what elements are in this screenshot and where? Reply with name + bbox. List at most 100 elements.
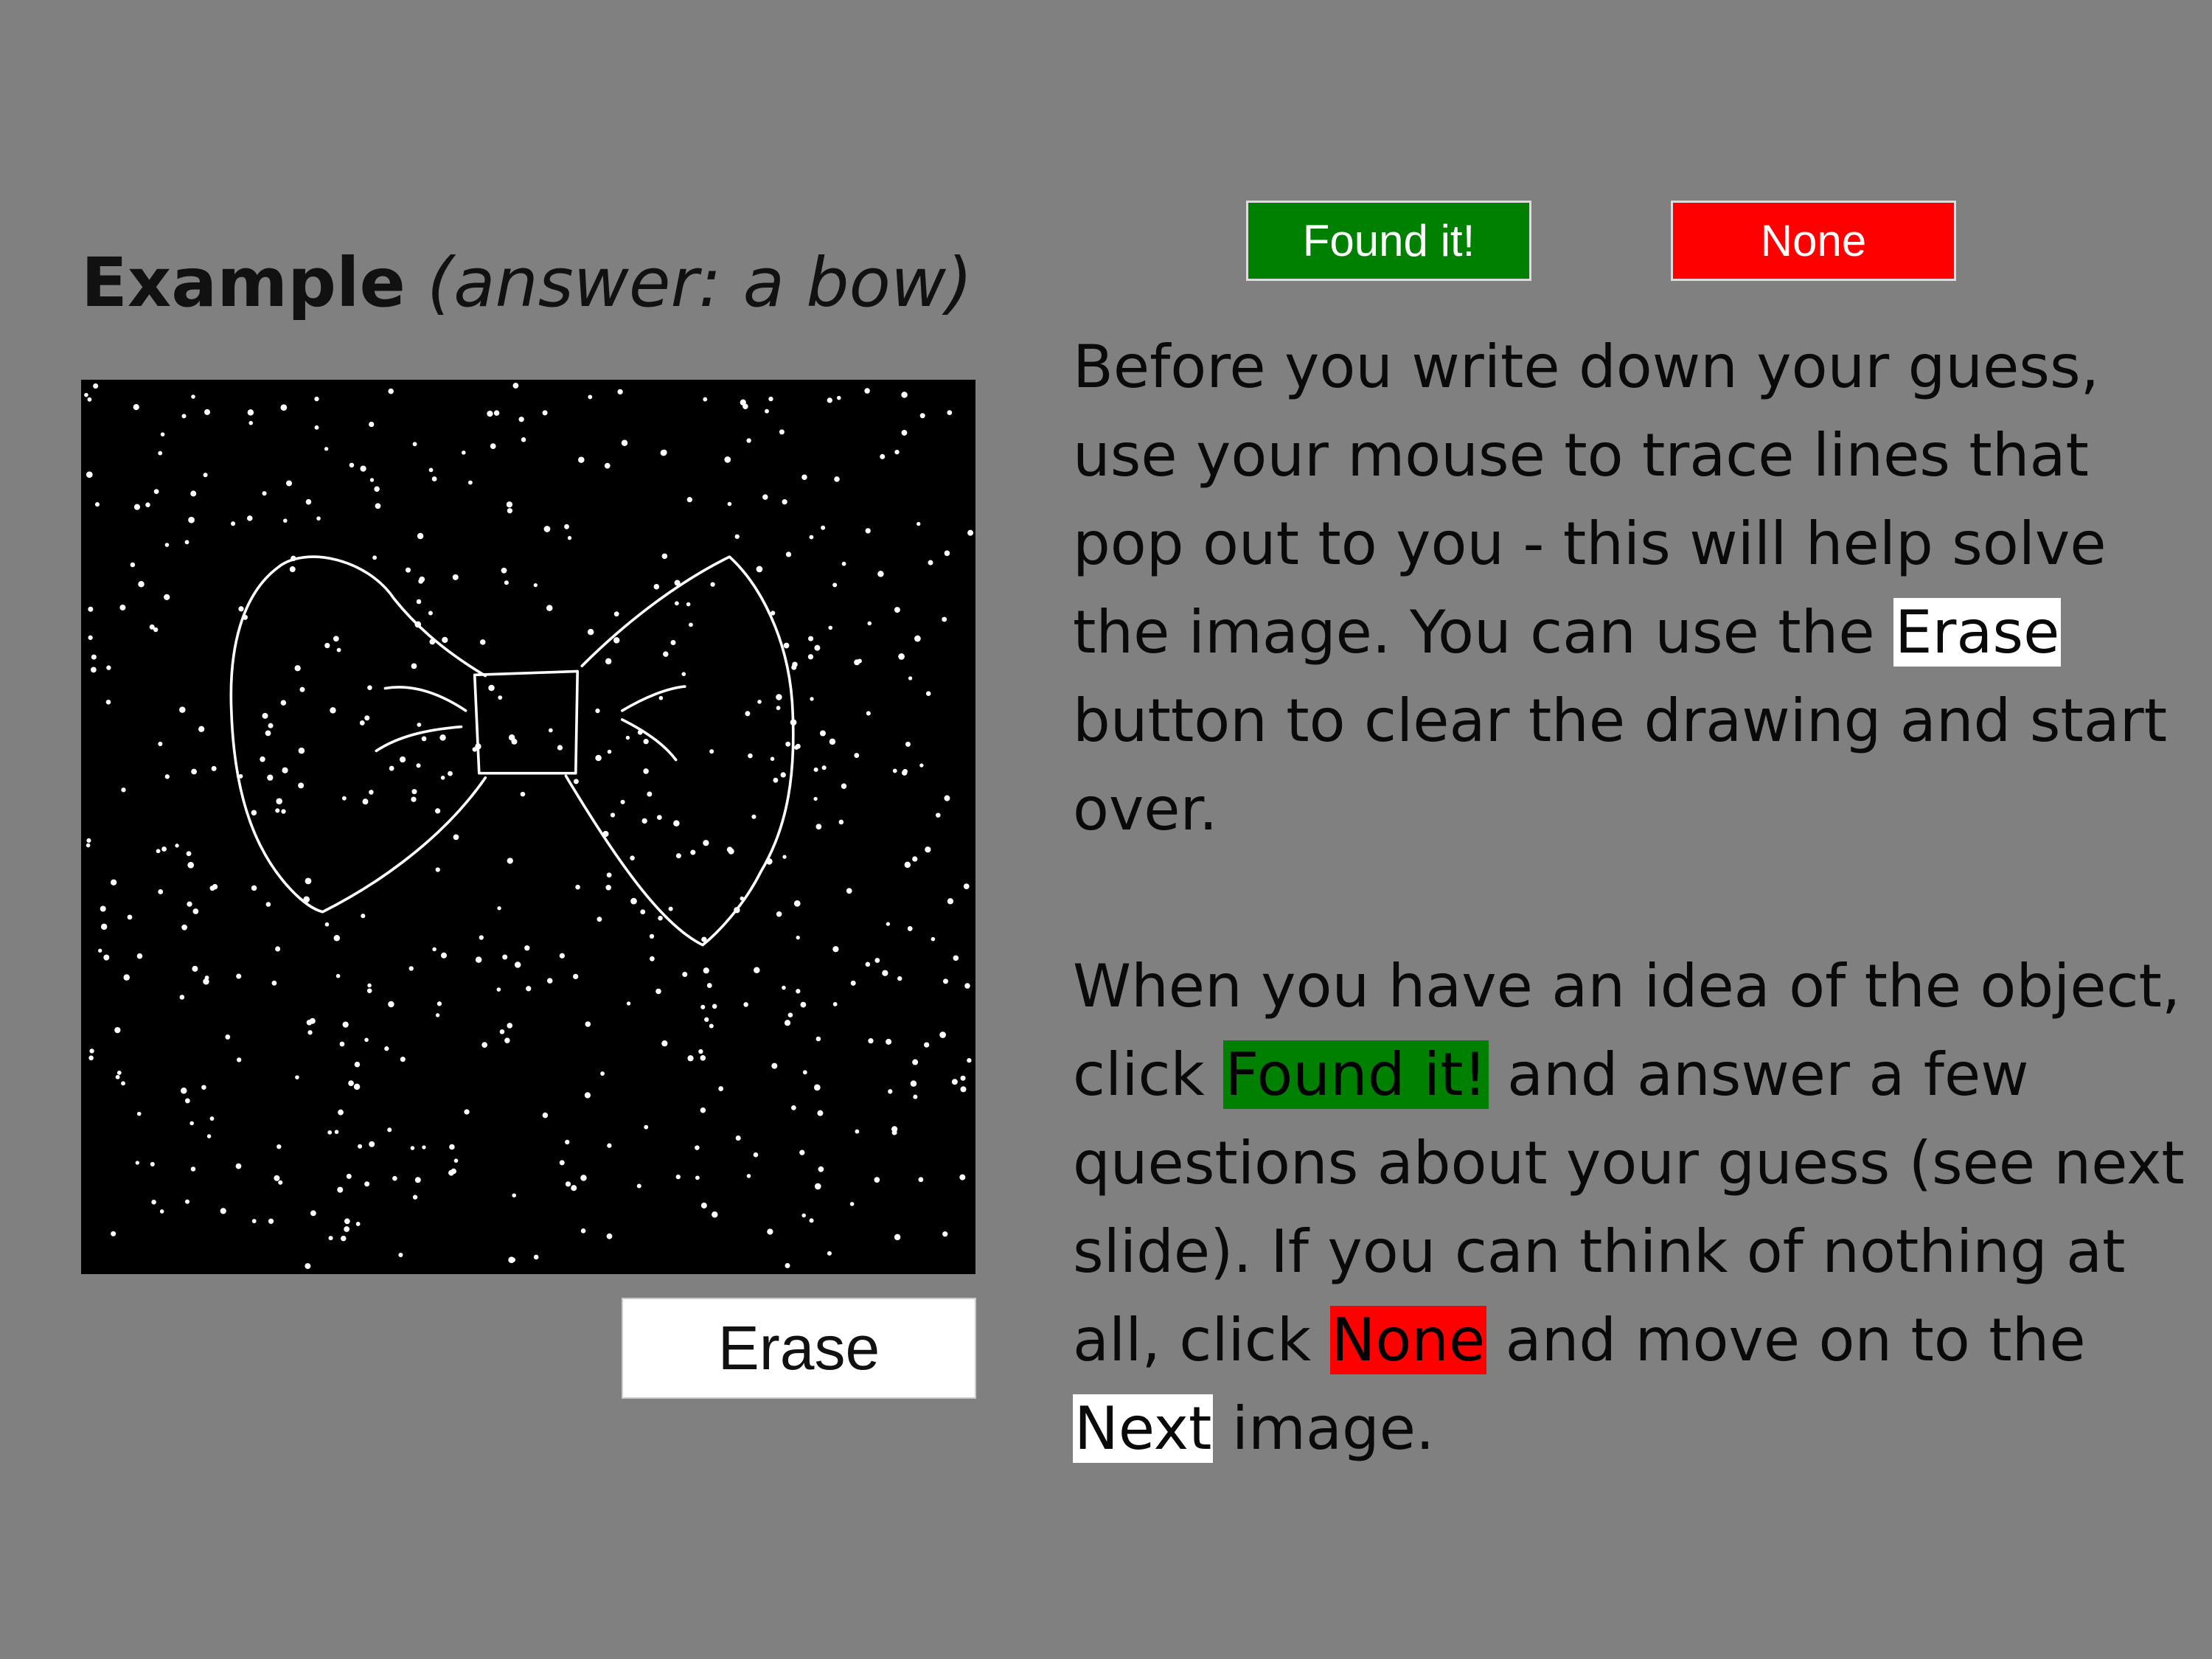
stimulus-dot <box>836 395 841 400</box>
stimulus-dot <box>521 437 526 442</box>
stimulus-dot <box>703 967 709 974</box>
stimulus-dot <box>164 543 170 547</box>
stimulus-dot <box>712 1211 718 1218</box>
stimulus-dot <box>718 1086 724 1091</box>
stimulus-dot <box>276 798 282 804</box>
stimulus-dot <box>520 791 526 797</box>
stimulus-dot <box>247 515 253 521</box>
stimulus-dot <box>838 819 844 825</box>
stimulus-dot <box>453 834 459 841</box>
stimulus-dot <box>448 771 453 776</box>
stimulus-dot <box>411 796 417 802</box>
stimulus-dot <box>501 567 507 574</box>
stimulus-dot <box>815 824 822 830</box>
stimulus-dot <box>894 1234 901 1241</box>
stimulus-dot <box>866 711 871 716</box>
stimulus-dot <box>346 1173 352 1179</box>
stimulus-dot <box>621 439 628 447</box>
stimulus-dot <box>942 616 947 622</box>
stimulus-dot <box>235 1163 242 1169</box>
stimulus-dot <box>510 1257 516 1262</box>
stimulus-dot <box>181 924 187 931</box>
stimulus-dot <box>580 1228 586 1234</box>
stimulus-dot <box>767 1228 773 1235</box>
stimulus-dot <box>573 779 579 785</box>
stimulus-dot <box>158 889 164 894</box>
stimulus-dot <box>316 516 321 521</box>
stimulus-dot <box>565 1181 571 1187</box>
stimulus-dot <box>542 1112 549 1119</box>
traced-line-left-crease-top <box>383 686 467 712</box>
erase-button[interactable]: Erase <box>622 1298 976 1399</box>
none-button[interactable]: None <box>1671 201 1956 281</box>
stimulus-dot <box>910 1080 917 1087</box>
stimulus-dot <box>90 667 97 673</box>
stimulus-dot <box>771 1062 778 1069</box>
stimulus-dot <box>801 474 807 480</box>
stimulus-dot <box>192 965 198 972</box>
stimulus-dot <box>841 561 846 566</box>
stimulus-dot <box>286 480 293 487</box>
stimulus-dot <box>877 571 884 577</box>
stimulus-dot <box>248 420 254 425</box>
stimulus-dot <box>656 815 662 821</box>
stimulus-dot <box>913 1094 918 1099</box>
stimulus-dot <box>846 888 852 894</box>
stimulus-dot <box>865 961 871 967</box>
stimulus-dot <box>87 397 92 402</box>
stimulus-dot <box>919 763 924 768</box>
stimulus-dot <box>810 697 814 701</box>
stimulus-dot <box>782 985 786 990</box>
stimulus-dot <box>388 1001 394 1008</box>
stimulus-dot <box>686 497 692 503</box>
stimulus-dot <box>439 734 446 741</box>
stimulus-dot <box>237 1057 242 1062</box>
stimulus-dot <box>265 902 271 907</box>
stimulus-dot <box>524 945 530 951</box>
stimulus-dot <box>630 855 635 860</box>
stimulus-dot <box>748 753 753 759</box>
stimulus-dot <box>829 738 836 745</box>
dot-stimulus-canvas[interactable] <box>81 380 975 1274</box>
stimulus-dot <box>462 451 466 455</box>
stimulus-dot <box>908 676 913 681</box>
stimulus-dot <box>661 553 668 560</box>
stimulus-dot <box>925 846 931 853</box>
stimulus-dot <box>607 1143 612 1148</box>
stimulus-dot <box>334 1130 339 1134</box>
stimulus-dot <box>211 765 217 771</box>
stimulus-dot <box>630 897 637 905</box>
stimulus-dot <box>341 796 347 801</box>
stimulus-dot <box>533 1254 539 1260</box>
stimulus-dot <box>514 961 521 968</box>
stimulus-dot <box>342 1021 349 1028</box>
stimulus-dot <box>238 606 244 612</box>
found-it-button[interactable]: Found it! <box>1246 201 1531 281</box>
stimulus-dot <box>414 1177 421 1183</box>
stimulus-dot <box>324 447 329 451</box>
stimulus-dot <box>100 923 108 931</box>
stimulus-dot <box>661 449 667 456</box>
stimulus-dot <box>333 636 339 642</box>
stimulus-dot <box>337 1186 344 1193</box>
stimulus-dot <box>512 383 519 389</box>
stimulus-dot <box>914 635 921 642</box>
stimulus-dot <box>817 1110 824 1116</box>
stimulus-dot <box>793 900 801 907</box>
stimulus-dot <box>138 581 145 588</box>
stimulus-dot <box>700 1055 706 1061</box>
stimulus-dot <box>815 1036 821 1042</box>
stimulus-dot <box>626 1001 631 1006</box>
stimulus-dot <box>479 935 484 940</box>
stimulus-dot <box>149 624 155 630</box>
stimulus-dot <box>265 730 271 737</box>
stimulus-dot <box>963 883 970 890</box>
stimulus-dot <box>892 768 897 773</box>
stimulus-dot <box>437 1001 442 1006</box>
stimulus-dot <box>431 476 437 481</box>
stimulus-dot <box>251 885 257 891</box>
stimulus-dot <box>526 986 532 992</box>
stimulus-dot <box>754 967 760 973</box>
stimulus-dot <box>405 567 411 573</box>
none-highlight: None <box>1329 1306 1487 1374</box>
